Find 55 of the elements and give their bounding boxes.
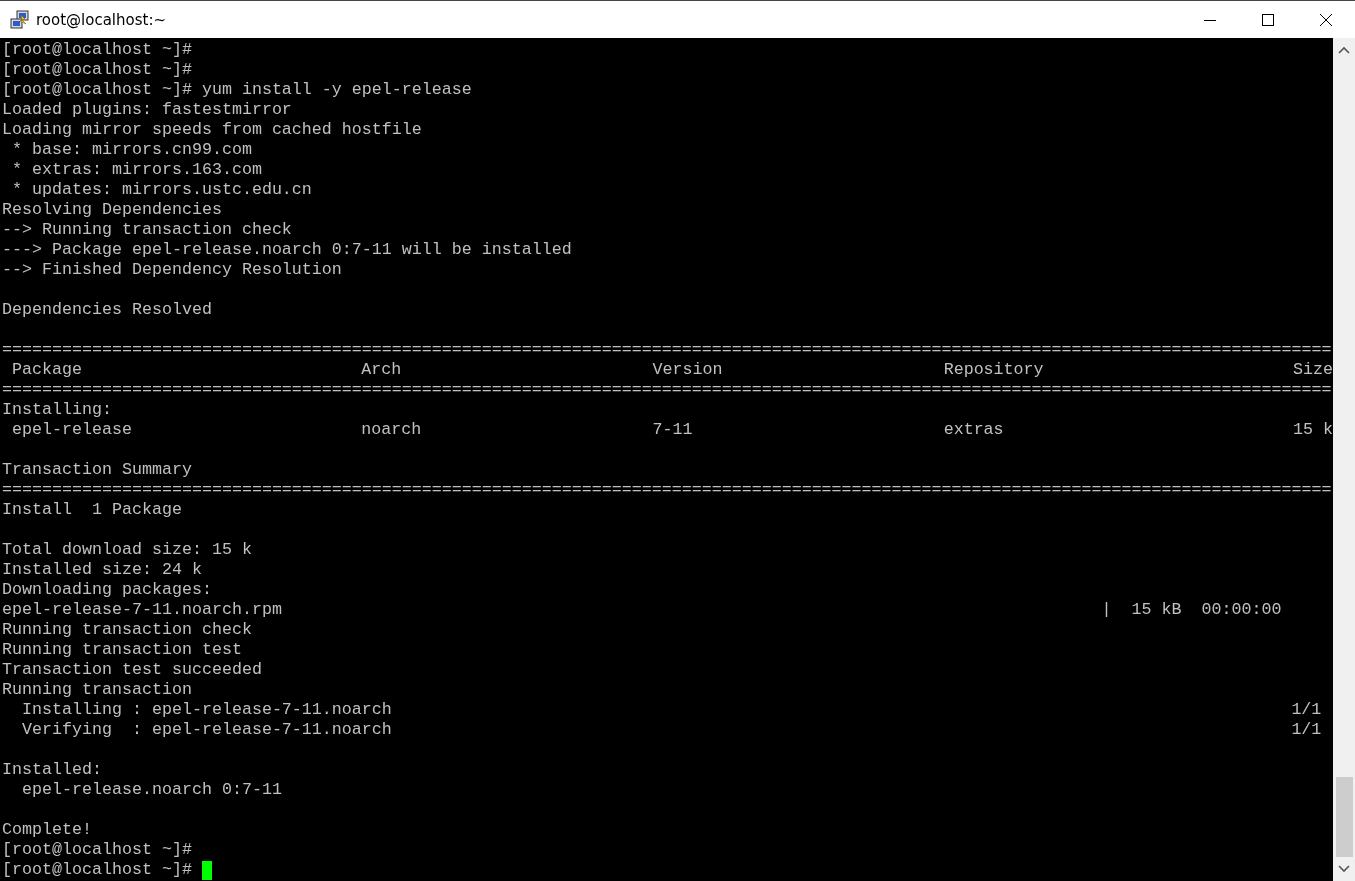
maximize-icon[interactable] (1262, 13, 1274, 26)
terminal-line: Installing : epel-release-7-11.noarch (21, 700, 392, 720)
terminal-line: [root@localhost ~]# yum install -y epel-release (2, 80, 472, 100)
terminal-line: [root@localhost ~]# (2, 860, 192, 880)
table-cell: Arch (361, 360, 402, 379)
terminal-line: * extras: mirrors.163.com (11, 160, 262, 180)
terminal-line: Install 1 Package (2, 500, 182, 520)
window-title: root@localhost:~ (36, 10, 167, 29)
terminal-line: Loading mirror speeds from cached hostfile (2, 120, 422, 140)
rule-text: ===================================================================================================================================== (2, 340, 1332, 360)
terminal-line: [root@localhost ~]# (2, 840, 192, 860)
terminal-line: ---> Package epel-release.noarch 0:7-11 will be installed (2, 240, 572, 260)
terminal-line: Installing: (2, 400, 112, 420)
terminal-line: Downloading packages: (2, 580, 212, 600)
computer-icon (10, 9, 30, 30)
terminal-line: Dependencies Resolved (2, 300, 212, 320)
table-cell: epel-release (12, 420, 132, 439)
terminal-line: Running transaction (2, 680, 192, 700)
table-cell: Package (12, 360, 82, 379)
terminal-line: Transaction Summary (2, 460, 192, 480)
table-cell: Version (652, 360, 723, 379)
terminal-line: Resolving Dependencies (2, 200, 222, 220)
scrollbar[interactable] (1333, 38, 1355, 881)
table-cell: Repository (943, 360, 1044, 379)
terminal-line: Installed: (2, 760, 102, 780)
terminal-line: Verifying : epel-release-7-11.noarch (21, 720, 392, 740)
terminal-line: --> Running transaction check (2, 220, 292, 240)
rule-text: ===================================================================================================================================== (2, 380, 1332, 400)
terminal-line: [root@localhost ~]# (2, 60, 192, 80)
terminal-line: Loaded plugins: fastestmirror (2, 100, 292, 120)
terminal-line: Transaction test succeeded (2, 660, 262, 680)
terminal-line: epel-release.noarch 0:7-11 (21, 780, 282, 800)
terminal-line: Running transaction test (2, 640, 242, 660)
step-count: 1/1 (1291, 720, 1322, 740)
step-count: 1/1 (1291, 700, 1322, 720)
table-cell: Size (1293, 360, 1333, 380)
terminal-line: Running transaction check (2, 620, 252, 640)
terminal-line: Complete! (2, 820, 92, 840)
table-cell: 7-11 (652, 420, 693, 439)
table-cell: 15 k (1293, 420, 1333, 440)
table-cell: noarch (361, 420, 422, 439)
terminal-line: Total download size: 15 k (2, 540, 252, 560)
terminal-line: * updates: mirrors.ustc.edu.cn (11, 180, 312, 200)
download-info: | 15 kB 00:00:00 (1101, 600, 1282, 620)
rule-text: ===================================================================================================================================== (2, 480, 1332, 500)
terminal-line: Installed size: 24 k (2, 560, 202, 580)
scroll-thumb[interactable] (1336, 777, 1353, 857)
scroll-down-icon[interactable] (1338, 865, 1350, 873)
terminal-line: [root@localhost ~]# (2, 40, 192, 60)
terminal-line: epel-release-7-11.noarch.rpm (2, 600, 282, 619)
terminal-line: --> Finished Dependency Resolution (2, 260, 342, 280)
table-cell: extras (943, 420, 1004, 439)
terminal-line: * base: mirrors.cn99.com (11, 140, 252, 160)
scroll-up-icon[interactable] (1338, 46, 1350, 54)
close-icon[interactable] (1320, 13, 1332, 26)
